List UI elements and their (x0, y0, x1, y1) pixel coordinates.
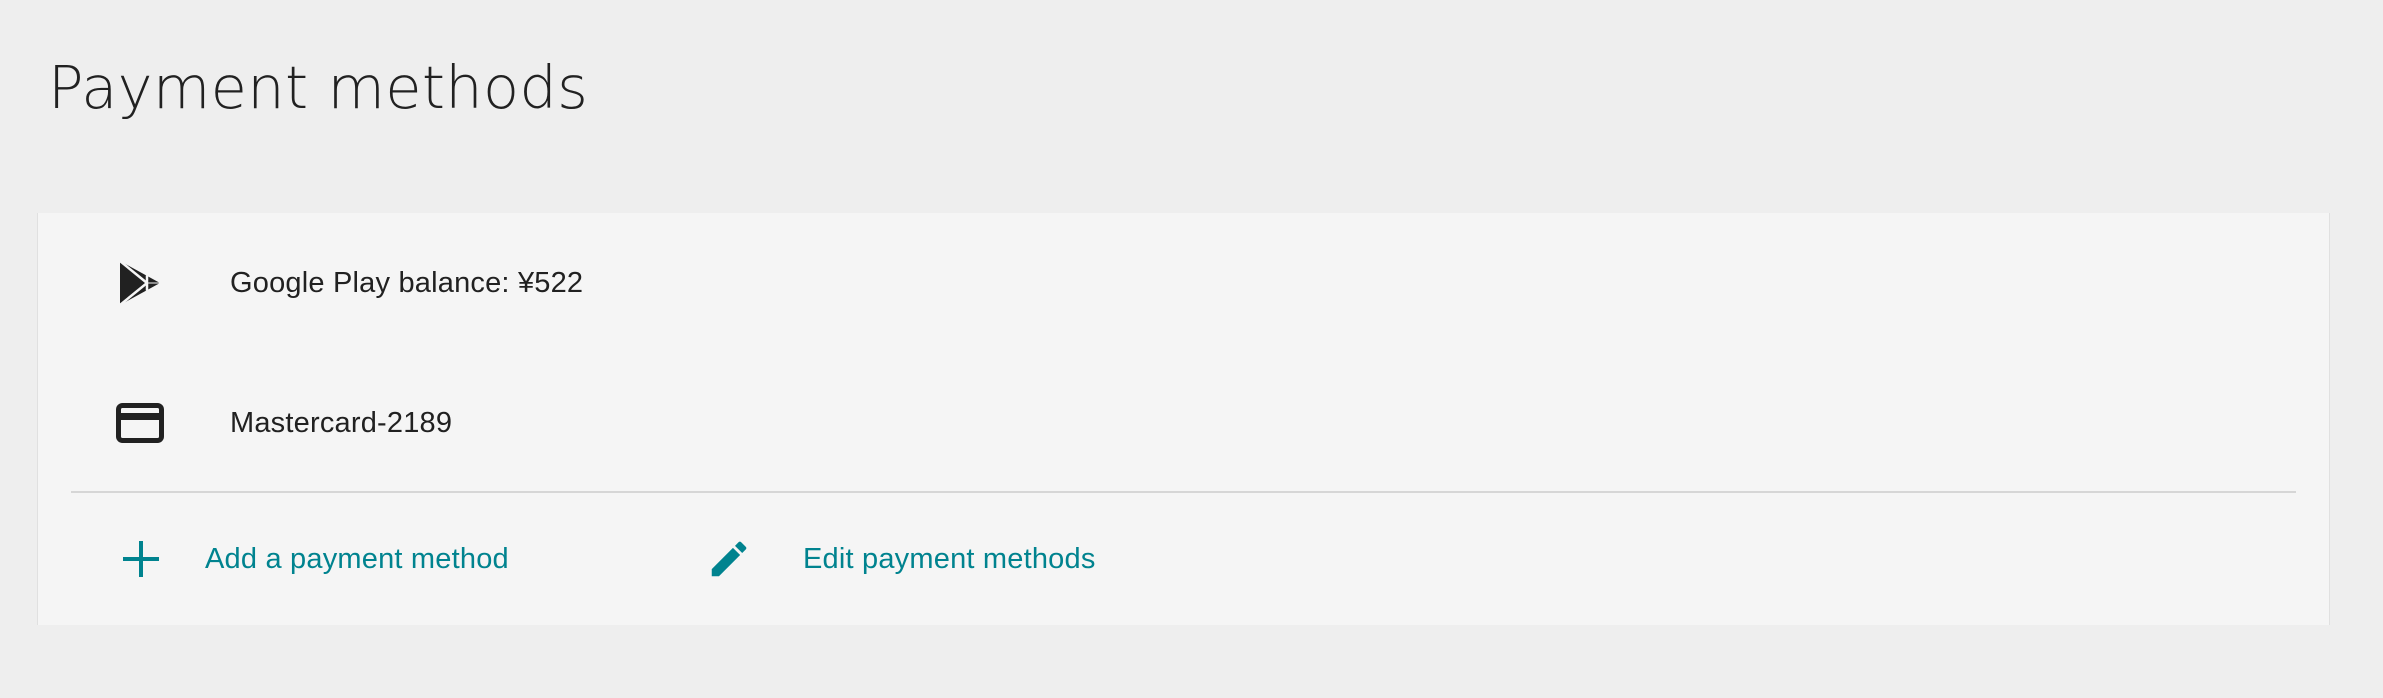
payment-method-google-play[interactable]: Google Play balance: ¥522 (38, 213, 2329, 353)
payment-methods-card: Google Play balance: ¥522 Mastercard-218… (37, 213, 2330, 625)
page-title: Payment methods (48, 53, 589, 122)
edit-payment-methods-label: Edit payment methods (803, 542, 1096, 575)
google-play-icon (116, 259, 164, 307)
add-payment-method-button[interactable]: Add a payment method (38, 493, 618, 625)
edit-payment-methods-button[interactable]: Edit payment methods (638, 493, 1198, 625)
credit-card-icon (116, 399, 164, 447)
plus-icon (117, 535, 165, 583)
pencil-icon (705, 535, 753, 583)
payment-method-label: Mastercard-2189 (230, 406, 453, 439)
payment-method-mastercard[interactable]: Mastercard-2189 (38, 353, 2329, 493)
payment-method-label: Google Play balance: ¥522 (230, 266, 584, 299)
add-payment-method-label: Add a payment method (205, 542, 509, 575)
